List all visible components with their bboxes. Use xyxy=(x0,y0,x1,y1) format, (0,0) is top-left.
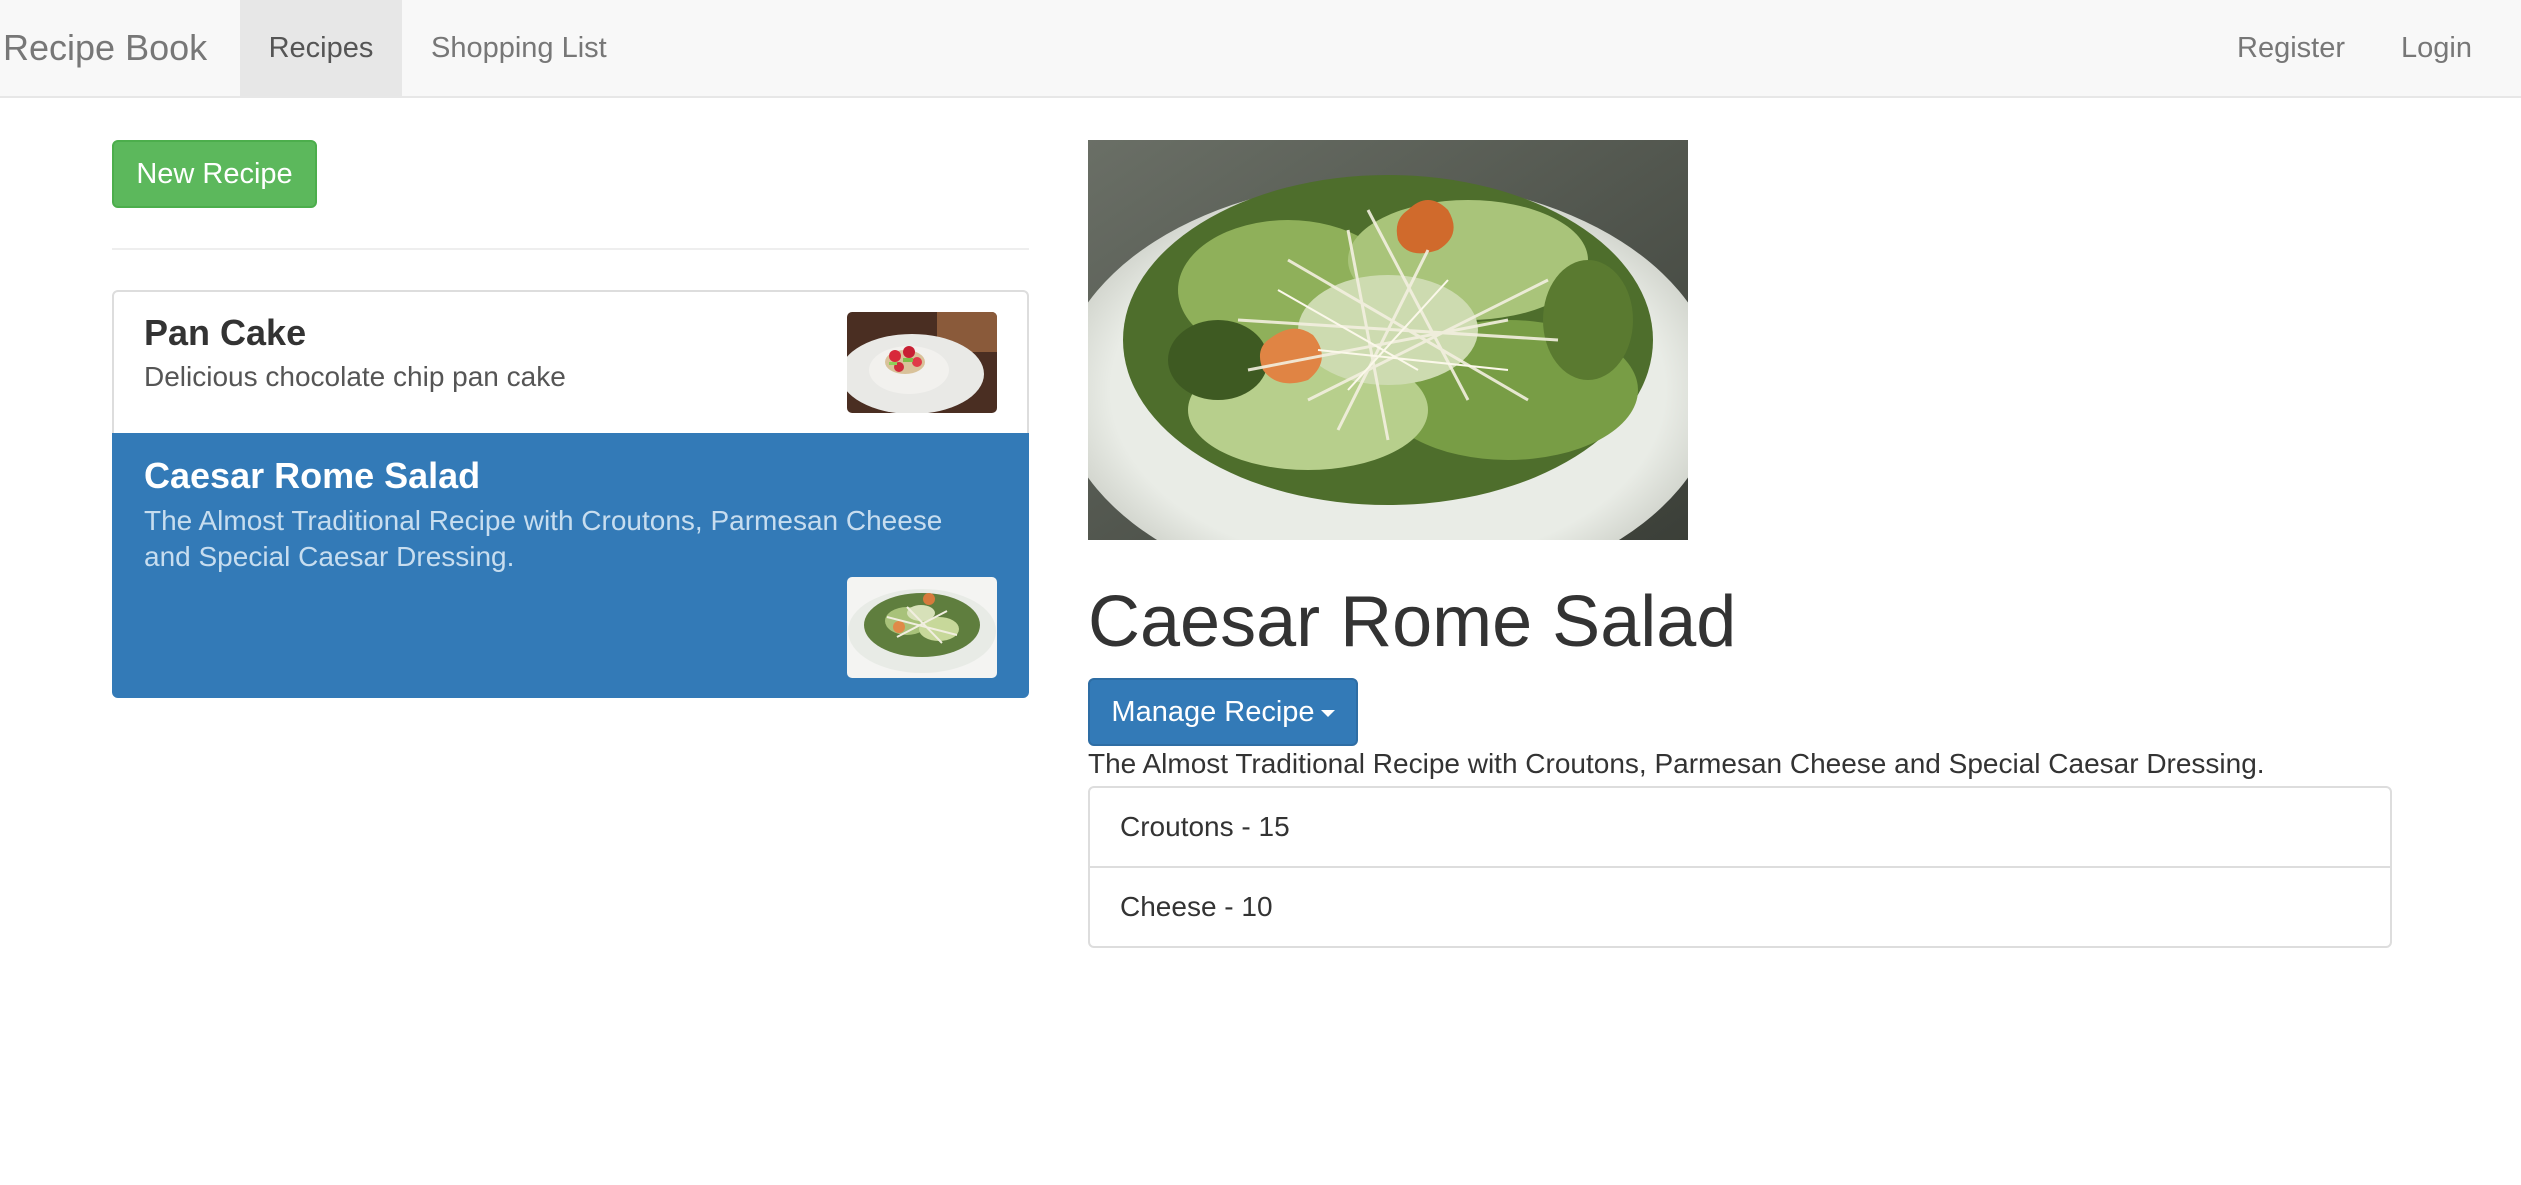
manage-recipe-dropdown-button[interactable]: Manage Recipe xyxy=(1088,678,1358,746)
ingredient-item[interactable]: Cheese - 10 xyxy=(1088,866,2392,948)
nav-shopping-list[interactable]: Shopping List xyxy=(431,0,607,96)
ingredient-item[interactable]: Croutons - 15 xyxy=(1088,786,2392,868)
manage-recipe-label: Manage Recipe xyxy=(1111,696,1315,728)
recipe-item-description: Delicious chocolate chip pan cake xyxy=(144,361,566,392)
recipe-thumbnail-image xyxy=(847,577,997,678)
recipe-item-title: Caesar Rome Salad xyxy=(144,455,481,496)
recipe-detail-description: The Almost Traditional Recipe with Crout… xyxy=(1088,748,2265,779)
recipe-thumbnail-image xyxy=(847,312,997,413)
ingredients-list: Croutons - 15 Cheese - 10 xyxy=(1088,786,2392,948)
nav-recipes[interactable]: Recipes xyxy=(240,0,402,96)
recipe-item-caesar-rome-salad[interactable]: Caesar Rome Salad The Almost Traditional… xyxy=(112,433,1029,698)
brand-link[interactable]: Recipe Book xyxy=(3,0,207,96)
recipe-item-title: Pan Cake xyxy=(144,312,307,353)
divider xyxy=(112,248,1029,250)
recipe-item-description: The Almost Traditional Recipe with Crout… xyxy=(144,505,943,572)
recipe-detail-title: Caesar Rome Salad xyxy=(1088,582,1737,662)
nav-login[interactable]: Login xyxy=(2401,0,2472,96)
recipe-item-pan-cake[interactable]: Pan Cake Delicious chocolate chip pan ca… xyxy=(112,290,1029,435)
navbar: Recipe Book Recipes Shopping List Regist… xyxy=(0,0,2521,98)
recipe-detail-image xyxy=(1088,140,1688,540)
caret-down-icon xyxy=(1320,709,1335,717)
nav-register[interactable]: Register xyxy=(2237,0,2345,96)
new-recipe-button[interactable]: New Recipe xyxy=(112,140,317,208)
